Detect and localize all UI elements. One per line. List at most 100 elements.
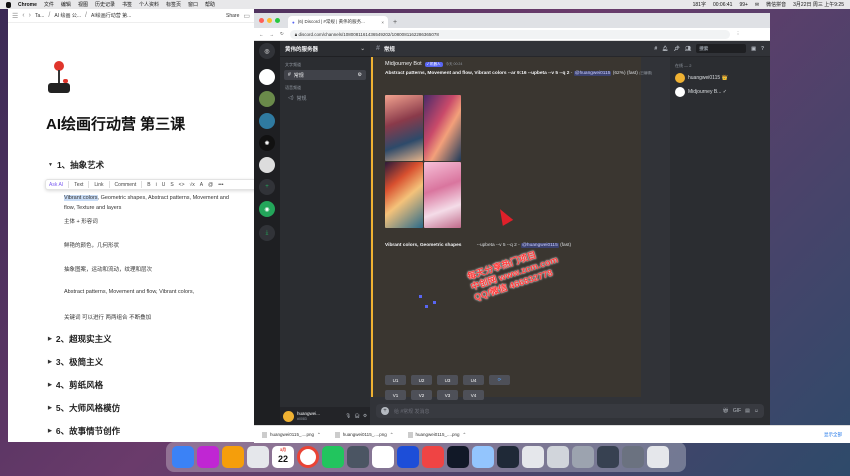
- extensions-icon[interactable]: ⋮: [736, 31, 741, 37]
- member-item[interactable]: huangwei0115 👑: [670, 71, 770, 85]
- app-icon[interactable]: [522, 446, 544, 468]
- variation-button-v2[interactable]: V2: [411, 390, 432, 400]
- paragraph[interactable]: 抽象图案，运动和流动，纹理和层次: [64, 265, 152, 273]
- notification-bell-icon[interactable]: 🔔︎: [662, 46, 668, 52]
- link-button[interactable]: Link: [94, 182, 103, 188]
- status-item[interactable]: 微信拼音: [766, 1, 786, 8]
- gif-icon[interactable]: GIF: [733, 408, 741, 414]
- app-icon[interactable]: [397, 446, 419, 468]
- channel-item-general[interactable]: # 常规 ⚙: [284, 70, 366, 80]
- equation-button[interactable]: √x: [190, 182, 195, 188]
- server-icon[interactable]: [259, 91, 275, 107]
- gift-icon[interactable]: 🎁︎: [722, 408, 728, 414]
- generated-image-3[interactable]: [385, 162, 423, 228]
- page-title[interactable]: AI绘画行动营 第三课: [46, 113, 185, 134]
- attach-plus-icon[interactable]: +: [381, 407, 389, 415]
- headphones-icon[interactable]: 🎧︎: [354, 413, 360, 419]
- download-item[interactable]: huangwei0115_....png ⌃: [262, 431, 321, 438]
- mute-icon[interactable]: 🎙︎: [346, 413, 352, 419]
- paragraph[interactable]: 主体 + 形容词: [64, 217, 98, 225]
- discord-home-icon[interactable]: ◎: [259, 43, 275, 59]
- help-icon[interactable]: ?: [761, 46, 764, 52]
- inbox-icon[interactable]: ▣: [751, 46, 756, 52]
- upscale-button-u1[interactable]: U1: [385, 375, 406, 385]
- server-name-header[interactable]: 黄伟的服务器 ⌄: [280, 41, 370, 57]
- pin-icon[interactable]: 📌︎: [673, 46, 679, 52]
- menu-app-name[interactable]: Chrome: [18, 2, 37, 8]
- app-icon[interactable]: [547, 446, 569, 468]
- upscale-button-u3[interactable]: U3: [437, 375, 458, 385]
- variation-button-v3[interactable]: V3: [437, 390, 458, 400]
- sidebar-toggle-icon[interactable]: ☰: [12, 12, 18, 20]
- paragraph[interactable]: flow, Texture and layers: [64, 205, 121, 211]
- reload-icon[interactable]: ↻: [280, 31, 284, 37]
- app-icon[interactable]: [447, 446, 469, 468]
- breadcrumb-item[interactable]: AI绘画行动营 第...: [91, 12, 131, 19]
- page-icon-joystick[interactable]: [48, 61, 70, 95]
- trash-icon[interactable]: [647, 446, 669, 468]
- chrome-icon[interactable]: [297, 446, 319, 468]
- paragraph[interactable]: Abstract patterns, Movement and flow, Vi…: [64, 289, 194, 295]
- server-icon[interactable]: [259, 157, 275, 173]
- variation-button-v4[interactable]: V4: [463, 390, 484, 400]
- underline-button[interactable]: U: [162, 182, 166, 188]
- menu-item[interactable]: 标签页: [166, 1, 181, 8]
- notion-icon[interactable]: [372, 446, 394, 468]
- comment-button[interactable]: Comment: [115, 182, 137, 188]
- upscale-button-u4[interactable]: U4: [463, 375, 484, 385]
- back-icon[interactable]: ←: [259, 32, 264, 37]
- toggle-triangle-icon[interactable]: ▶: [48, 428, 52, 434]
- code-button[interactable]: <>: [179, 182, 185, 188]
- zoom-window-icon[interactable]: [275, 18, 280, 23]
- author-name[interactable]: Midjourney Bot: [385, 61, 422, 67]
- category-label[interactable]: 文字频道: [280, 57, 370, 70]
- search-input[interactable]: 搜索: [696, 44, 747, 53]
- category-label[interactable]: 语音频道: [280, 80, 370, 93]
- user-mention[interactable]: @huangwei0115: [573, 71, 612, 76]
- user-info[interactable]: huangwei... #0083: [297, 411, 320, 422]
- menu-item[interactable]: 视图: [78, 1, 88, 8]
- launchpad-icon[interactable]: [197, 446, 219, 468]
- status-item[interactable]: 00:06:41: [713, 2, 732, 8]
- forward-icon[interactable]: ›: [29, 12, 31, 19]
- url-field[interactable]: 🔒︎ discord.com/channels/1080081161436549…: [289, 29, 730, 39]
- chevron-up-icon[interactable]: ⌃: [462, 432, 466, 438]
- menu-item[interactable]: 帮助: [205, 1, 215, 8]
- add-server-icon[interactable]: +: [259, 179, 275, 195]
- paragraph[interactable]: 关键词 可以进行 两两组合 不断叠加: [64, 313, 151, 321]
- generated-image-1[interactable]: [385, 95, 423, 161]
- toggle-heading[interactable]: ▼ 1、抽象艺术: [48, 159, 104, 171]
- finder-icon[interactable]: [172, 446, 194, 468]
- show-all-downloads-link[interactable]: 显示全部: [824, 432, 842, 438]
- menu-item[interactable]: 个人资料: [139, 1, 159, 8]
- toggle-triangle-icon[interactable]: ▼: [48, 162, 53, 168]
- close-window-icon[interactable]: [259, 18, 264, 23]
- reroll-icon[interactable]: ⟳: [489, 375, 510, 385]
- generated-image-4[interactable]: [423, 162, 461, 228]
- color-button[interactable]: A: [200, 182, 203, 188]
- toggle-heading[interactable]: ▶ 3、极简主义: [48, 356, 103, 368]
- bold-button[interactable]: B: [147, 182, 150, 188]
- calendar-icon[interactable]: 3月 22: [272, 446, 294, 468]
- ask-ai-button[interactable]: Ask AI: [49, 182, 63, 188]
- menu-item[interactable]: 编辑: [61, 1, 71, 8]
- chevron-up-icon[interactable]: ⌃: [317, 432, 321, 438]
- status-item[interactable]: 181字: [693, 1, 706, 8]
- emoji-icon[interactable]: ☺: [754, 408, 759, 414]
- paragraph[interactable]: Vibrant colors, Geometric shapes, Abstra…: [64, 195, 229, 201]
- breadcrumb-item[interactable]: Ta...: [35, 13, 44, 19]
- server-icon[interactable]: [259, 113, 275, 129]
- calculator-icon[interactable]: [347, 446, 369, 468]
- server-icon[interactable]: [259, 69, 275, 85]
- app-icon[interactable]: [572, 446, 594, 468]
- strikethrough-button[interactable]: S: [170, 182, 173, 188]
- app-icon[interactable]: [422, 446, 444, 468]
- avatar[interactable]: [283, 410, 294, 422]
- toggle-triangle-icon[interactable]: ▶: [48, 382, 52, 388]
- status-clock[interactable]: 3月22日 周三 上午9:25: [793, 1, 844, 8]
- text-type-dropdown[interactable]: Text: [74, 182, 83, 188]
- menu-item[interactable]: 文件: [44, 1, 54, 8]
- system-settings-icon[interactable]: [247, 446, 269, 468]
- explore-icon[interactable]: ◉: [259, 201, 275, 217]
- photos-icon[interactable]: [222, 446, 244, 468]
